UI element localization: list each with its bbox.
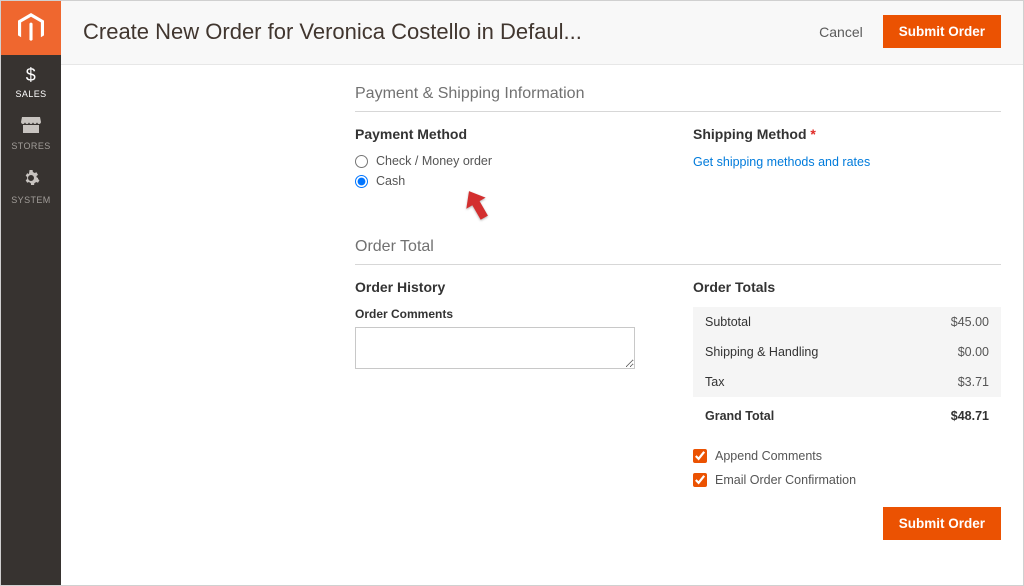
payment-radio-cash[interactable]: [355, 175, 368, 188]
payment-option-label: Cash: [376, 174, 405, 188]
totals-label: Subtotal: [693, 307, 905, 337]
magento-logo-icon: [18, 13, 44, 43]
shipping-method-title: Shipping Method: [693, 126, 1001, 142]
order-totals-title: Order Totals: [693, 279, 1001, 295]
totals-value: $3.71: [905, 367, 1001, 397]
submit-order-button[interactable]: Submit Order: [883, 15, 1001, 48]
append-comments-check[interactable]: Append Comments: [693, 449, 1001, 463]
order-history-column: Order History Order Comments: [355, 279, 663, 540]
totals-label: Tax: [693, 367, 905, 397]
admin-sidebar: $ SALES STORES SYSTEM: [1, 1, 61, 585]
email-confirmation-checkbox[interactable]: [693, 473, 707, 487]
payment-option-check[interactable]: Check / Money order: [355, 154, 663, 168]
payment-shipping-columns: Payment Method Check / Money order Cash …: [355, 126, 1001, 194]
cancel-button[interactable]: Cancel: [819, 24, 863, 40]
magento-logo[interactable]: [1, 1, 61, 55]
order-comments-label: Order Comments: [355, 307, 663, 321]
append-comments-checkbox[interactable]: [693, 449, 707, 463]
page-header: Create New Order for Veronica Costello i…: [61, 1, 1023, 65]
get-shipping-methods-link[interactable]: Get shipping methods and rates: [693, 155, 870, 169]
app-frame: $ SALES STORES SYSTEM Create New Order f…: [0, 0, 1024, 586]
totals-grand-value: $48.71: [905, 397, 1001, 431]
gear-icon: [22, 169, 40, 192]
totals-value: $45.00: [905, 307, 1001, 337]
shipping-method-column: Shipping Method Get shipping methods and…: [693, 126, 1001, 194]
order-totals-column: Order Totals Subtotal $45.00 Shipping & …: [693, 279, 1001, 540]
order-comments-textarea[interactable]: [355, 327, 635, 369]
email-confirmation-label: Email Order Confirmation: [715, 473, 856, 487]
payment-method-title: Payment Method: [355, 126, 663, 142]
sidebar-item-system[interactable]: SYSTEM: [1, 159, 61, 213]
order-history-title: Order History: [355, 279, 663, 295]
totals-label: Shipping & Handling: [693, 337, 905, 367]
dollar-icon: $: [26, 65, 36, 86]
payment-radio-check[interactable]: [355, 155, 368, 168]
footer-actions: Submit Order: [693, 507, 1001, 540]
append-comments-label: Append Comments: [715, 449, 822, 463]
payment-method-column: Payment Method Check / Money order Cash: [355, 126, 663, 194]
totals-grand-label: Grand Total: [693, 397, 905, 431]
stores-icon: [21, 117, 41, 138]
submit-order-button-bottom[interactable]: Submit Order: [883, 507, 1001, 540]
sidebar-item-label: STORES: [11, 141, 50, 151]
form-inner: Payment & Shipping Information Payment M…: [355, 85, 1001, 540]
totals-row-grand-total: Grand Total $48.71: [693, 397, 1001, 431]
order-totals-table: Subtotal $45.00 Shipping & Handling $0.0…: [693, 307, 1001, 431]
payment-shipping-section-title: Payment & Shipping Information: [355, 85, 1001, 112]
totals-value: $0.00: [905, 337, 1001, 367]
totals-row-subtotal: Subtotal $45.00: [693, 307, 1001, 337]
sidebar-item-sales[interactable]: $ SALES: [1, 55, 61, 107]
email-confirmation-check[interactable]: Email Order Confirmation: [693, 473, 1001, 487]
header-actions: Cancel Submit Order: [819, 15, 1001, 48]
content-area: Payment & Shipping Information Payment M…: [61, 65, 1023, 585]
order-totals-checks: Append Comments Email Order Confirmation: [693, 449, 1001, 487]
totals-row-shipping: Shipping & Handling $0.00: [693, 337, 1001, 367]
order-total-columns: Order History Order Comments Order Total…: [355, 279, 1001, 540]
page-title: Create New Order for Veronica Costello i…: [83, 19, 582, 45]
payment-option-label: Check / Money order: [376, 154, 492, 168]
sidebar-item-stores[interactable]: STORES: [1, 107, 61, 159]
payment-option-cash[interactable]: Cash: [355, 174, 663, 188]
totals-row-tax: Tax $3.71: [693, 367, 1001, 397]
main-panel: Create New Order for Veronica Costello i…: [61, 1, 1023, 585]
sidebar-item-label: SALES: [15, 89, 46, 99]
sidebar-item-label: SYSTEM: [11, 195, 50, 205]
order-total-section-title: Order Total: [355, 238, 1001, 265]
